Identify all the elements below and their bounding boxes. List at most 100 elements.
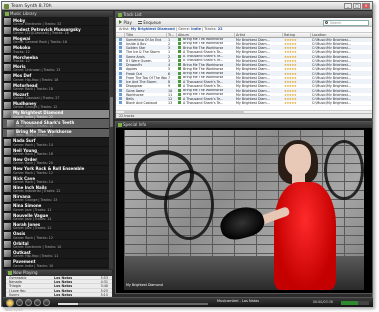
app-icon [4, 3, 9, 9]
library-title: Music Library [10, 11, 37, 16]
artist-item[interactable]: Oasis Genre: Rock | Tracks: 12 [3, 231, 109, 241]
artist-details: Genre: Rock | Tracks: 20 [13, 161, 53, 166]
col-title[interactable]: Title [125, 32, 167, 37]
track-rating[interactable]: ★★★★★ [283, 97, 311, 100]
col-track[interactable]: Tr... [167, 32, 177, 37]
stop-button[interactable] [16, 299, 23, 306]
track-rating[interactable]: ★★★★★ [283, 59, 311, 62]
track-rating[interactable]: ★★★★★ [283, 72, 311, 75]
filter-genre-label: Genre: [178, 27, 190, 31]
track-album: A Thousand Shark's Te... [177, 84, 235, 88]
track-number: 1 [168, 50, 171, 54]
track-rating[interactable]: ★★★★★ [283, 76, 311, 79]
col-artist[interactable]: Artist [235, 32, 283, 37]
track-rating[interactable]: ★★★★★ [283, 38, 311, 41]
artist-details: Tracks: 12 [13, 49, 30, 54]
artist-item[interactable]: Orbital Genre: Electronic | Tracks: 10 [3, 240, 109, 250]
artist-thumbnail [7, 129, 14, 137]
artist-item[interactable]: Nine Inch Nails Genre: Industrial | Track… [3, 184, 109, 194]
artist-details: Genre: Rock | Tracks: 18 [13, 86, 53, 91]
filter-genre[interactable]: Indie [191, 27, 201, 31]
col-location[interactable]: Location [311, 33, 371, 37]
album-icon [178, 84, 181, 88]
track-album: Bring Me The Workhorse [177, 93, 235, 96]
artist-item[interactable]: Nouvelle Vague Genre: Jazz | Tracks: 14 [3, 212, 109, 222]
track-rating[interactable]: ★★★★★ [283, 89, 311, 92]
track-rating[interactable]: ★★★★★ [283, 42, 311, 45]
library-scrollbar[interactable] [109, 17, 113, 269]
track-toolbar: Play Enqueue Search [116, 18, 372, 27]
album-item[interactable]: A Thousand Shark's Teeth Year: 2008 | Tra… [3, 119, 109, 129]
artist-item[interactable]: Nada Surf Genre: Rock | Tracks: 14 [3, 138, 109, 148]
artist-item[interactable]: Motorhead Genre: Rock | Tracks: 18 [3, 82, 109, 92]
play-pause-button[interactable] [6, 298, 14, 307]
previous-button[interactable] [25, 299, 32, 306]
filter-artist[interactable]: My Brightest Diamond [131, 27, 175, 31]
playlist-time: 3:40 [100, 284, 108, 289]
artist-item[interactable]: Pavement Genre: Indie | Tracks: 10 [3, 259, 109, 269]
track-row[interactable]: Black And Costaud 13 A Thousand Shark's Te… [116, 101, 372, 106]
next-button[interactable] [34, 299, 41, 306]
artist-details: Genre: Electronic | Tracks: 32 [13, 21, 62, 26]
artist-item[interactable]: Nina Simone Genre: Jazz | Tracks: 11 [3, 203, 109, 213]
col-rating[interactable]: Rating [283, 32, 311, 37]
play-button[interactable]: Play [119, 20, 132, 25]
track-rating[interactable]: ★★★★★ [283, 67, 311, 70]
artist-list[interactable]: Moby Genre: Electronic | Tracks: 32 Modest… [3, 17, 109, 269]
volume-slider[interactable] [341, 301, 369, 305]
track-rating[interactable]: ★★★★★ [283, 93, 311, 96]
artist-thumbnail [4, 64, 11, 72]
shuffle-button[interactable] [43, 299, 50, 306]
artist-details: Tracks: 12 [13, 58, 30, 63]
artist-item[interactable]: Morcheeba Tracks: 12 [3, 54, 109, 64]
artist-item[interactable]: Nirvana Genre: Grunge | Tracks: 13 [3, 194, 109, 203]
track-rating[interactable]: ★★★★★ [283, 63, 311, 66]
track-rating[interactable]: ★★★★★ [283, 80, 311, 83]
artist-item[interactable]: Moris Genre: Unknown | Tracks: 13 [3, 63, 109, 73]
playlist-header: Now Playing [6, 270, 112, 276]
track-rating[interactable]: ★★★★★ [283, 84, 311, 87]
artist-details: Genre: Jazz | Tracks: 12 [13, 226, 52, 231]
close-button[interactable]: × [362, 3, 370, 9]
track-rating[interactable]: ★★★★★ [283, 50, 311, 53]
album-item[interactable]: Bring Me The Workhorse Year: 2006 | Track… [3, 128, 109, 138]
artist-item[interactable]: Mozart Genre: Classical | Tracks: 27 [3, 91, 109, 101]
artist-item[interactable]: Neil Young Genre: Rock | Tracks: 18 [3, 147, 109, 157]
minimize-button[interactable]: _ [344, 3, 352, 9]
track-artist: My Brightest Diam... [236, 84, 270, 88]
artist-item[interactable]: New York Rock & Roll Ensemble Genre: Rock… [3, 166, 109, 176]
artist-item[interactable]: Mos Def Genre: Hip-Hop | Tracks: 18 [3, 73, 109, 83]
track-title: Apples [126, 67, 138, 71]
artist-details: Genre: Grunge | Tracks: 12 [13, 105, 58, 110]
col-icon[interactable] [116, 32, 125, 37]
artist-item[interactable]: My Brightest Diamond Genre: Indie | Track… [3, 109, 109, 120]
artist-item[interactable]: Modest Petrovich Mussorgsky Genre: (32)(C… [3, 26, 109, 36]
artist-item[interactable]: Mogwai Genre: General Rock | Tracks: 16 [3, 36, 109, 45]
scrollbar-thumb[interactable] [109, 97, 113, 127]
track-artist: My Brightest Diam... [236, 101, 270, 105]
maximize-button[interactable]: □ [353, 3, 361, 9]
artist-item[interactable]: Outkast Genre: Hip-Hop | Tracks: 11 [3, 249, 109, 259]
track-album: Bring Me The Workhorse [177, 63, 235, 66]
artist-item[interactable]: Nick Cave Genre: Rock | Tracks: 14 [3, 175, 109, 185]
enqueue-button[interactable]: Enqueue [137, 20, 161, 25]
track-album: A Thousand Shark's Te... [177, 55, 235, 58]
col-album[interactable]: Album [177, 32, 235, 37]
track-rating[interactable]: ★★★★★ [283, 46, 311, 49]
artist-item[interactable]: Mudhoney Genre: Grunge | Tracks: 12 [3, 101, 109, 110]
track-rating[interactable]: ★★★★★ [283, 55, 311, 58]
artist-item[interactable]: Mokoko Tracks: 12 [3, 45, 109, 55]
artist-item[interactable]: Moby Genre: Electronic | Tracks: 32 [3, 17, 109, 27]
track-title: Workhorse [126, 92, 144, 96]
track-number: 11 [168, 92, 173, 96]
seek-bar[interactable] [58, 303, 208, 305]
track-rating[interactable]: ★★★★★ [283, 101, 311, 104]
now-playing-text: Musicamikei - Los Natas [217, 299, 260, 303]
track-title: From The Top Of The World [126, 75, 167, 79]
search-icon [325, 21, 328, 25]
track-location: C:\Music\My Brightest... [312, 50, 352, 54]
search-input[interactable]: Search [323, 19, 369, 26]
artist-item[interactable]: Norah Jones Genre: Jazz | Tracks: 12 [3, 222, 109, 231]
artist-item[interactable]: New Order Genre: Rock | Tracks: 20 [3, 156, 109, 166]
track-file-icon [116, 37, 125, 41]
